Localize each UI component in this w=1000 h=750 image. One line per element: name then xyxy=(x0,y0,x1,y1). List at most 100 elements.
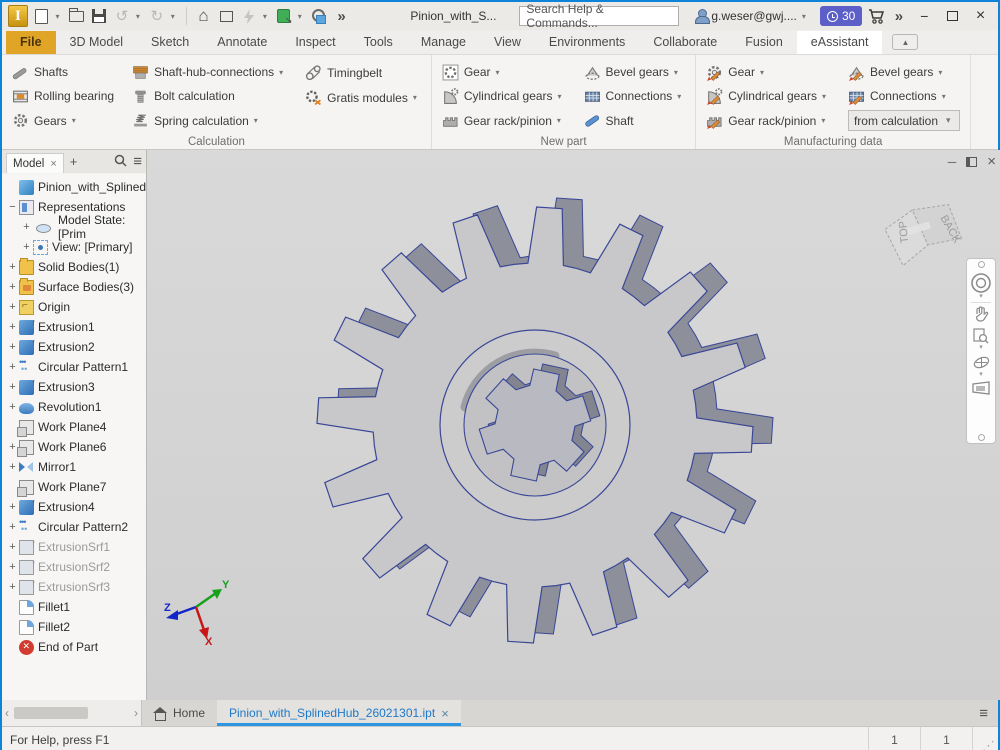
zoom-icon[interactable] xyxy=(967,327,995,345)
tree-item-extrusion4[interactable]: +Extrusion4 xyxy=(2,497,146,517)
tree-item-extrusionsrf1[interactable]: +ExtrusionSrf1 xyxy=(2,537,146,557)
tab-document[interactable]: Pinion_with_SplinedHub_26021301.ipt × xyxy=(217,700,461,726)
ribbon-button-spring-calculation[interactable]: Spring calculation▾ xyxy=(130,109,289,133)
cart-icon[interactable] xyxy=(867,6,885,26)
ribbon-button-timingbelt[interactable]: Timingbelt xyxy=(303,60,423,85)
user-menu-dropdown[interactable]: ▾ xyxy=(802,12,809,21)
ribbon-button-gears[interactable]: Gears▾ xyxy=(10,109,116,133)
tree-expander-icon[interactable]: + xyxy=(6,261,19,273)
menu-tab-file[interactable]: File xyxy=(6,31,56,54)
orbit-icon[interactable] xyxy=(967,353,995,372)
tree-item-end-of-part[interactable]: End of Part xyxy=(2,637,146,657)
tree-expander-icon[interactable]: + xyxy=(6,301,19,313)
maximize-button[interactable] xyxy=(941,6,964,26)
tree-item-circular-pattern2[interactable]: +Circular Pattern2 xyxy=(2,517,146,537)
tree-expander-icon[interactable]: + xyxy=(6,321,19,333)
material-dropdown[interactable]: ▾ xyxy=(298,12,305,21)
ribbon-button-connections[interactable]: Connections▾ xyxy=(582,84,688,108)
titlebar-overflow-icon[interactable]: » xyxy=(890,6,908,26)
redo-dropdown[interactable]: ▾ xyxy=(171,12,178,21)
tab-home[interactable]: Home xyxy=(142,700,217,726)
browser-search-icon[interactable] xyxy=(114,154,127,170)
resize-grip[interactable] xyxy=(972,727,998,750)
qat-overflow-icon[interactable]: » xyxy=(333,6,351,26)
tree-expander-icon[interactable]: + xyxy=(20,221,33,233)
tree-item-model-state-prim[interactable]: +Model State: [Prim xyxy=(2,217,146,237)
ribbon-button-cylindrical-gears[interactable]: Cylindrical gears▾ xyxy=(440,84,568,108)
tree-expander-icon[interactable]: − xyxy=(6,201,19,213)
ribbon-button-rolling-bearing[interactable]: Rolling bearing xyxy=(10,84,116,108)
tree-expander-icon[interactable]: + xyxy=(20,241,33,253)
ribbon-button-gear[interactable]: Gear▾ xyxy=(440,60,568,84)
menu-tab-collaborate[interactable]: Collaborate xyxy=(639,31,731,54)
browser-tab-close-icon[interactable]: × xyxy=(50,158,56,170)
tree-expander-icon[interactable]: + xyxy=(6,521,19,533)
ribbon-button-bevel-gears[interactable]: Bevel gears▾ xyxy=(582,60,688,84)
doc-restore-icon[interactable] xyxy=(966,157,977,167)
tree-expander-icon[interactable]: + xyxy=(6,581,19,593)
menu-tab-environments[interactable]: Environments xyxy=(535,31,639,54)
orbit-dropdown[interactable]: ▾ xyxy=(979,372,983,378)
tree-item-solid-bodies-1-[interactable]: +Solid Bodies(1) xyxy=(2,257,146,277)
open-icon[interactable] xyxy=(68,6,86,26)
scroll-right-icon[interactable]: › xyxy=(134,706,138,720)
tab-list-icon[interactable]: ≡ xyxy=(979,700,988,726)
zoom-dropdown[interactable]: ▾ xyxy=(979,345,983,351)
tree-expander-icon[interactable]: + xyxy=(6,541,19,553)
viewcube-face-top[interactable]: TOP xyxy=(897,220,911,244)
user-menu[interactable]: g.weser@gwj.... xyxy=(711,9,797,23)
tree-item-view-primary-[interactable]: +View: [Primary] xyxy=(2,237,146,257)
menu-tab-manage[interactable]: Manage xyxy=(407,31,480,54)
tree-item-surface-bodies-3-[interactable]: +Surface Bodies(3) xyxy=(2,277,146,297)
ribbon-button-gratis-modules[interactable]: Gratis modules▾ xyxy=(303,85,423,110)
navbar-bottom-dot[interactable] xyxy=(978,434,985,441)
tree-expander-icon[interactable]: + xyxy=(6,561,19,573)
tree-item-extrusion1[interactable]: +Extrusion1 xyxy=(2,317,146,337)
new-document-dropdown[interactable]: ▾ xyxy=(56,12,63,21)
ribbon-button-shaft[interactable]: Shaft xyxy=(582,109,688,133)
new-document-icon[interactable] xyxy=(33,6,51,26)
ribbon-button-bolt-calculation[interactable]: Bolt calculation xyxy=(130,84,289,108)
menu-tab-tools[interactable]: Tools xyxy=(350,31,407,54)
scrollbar-thumb[interactable] xyxy=(14,707,88,719)
ribbon-button-gear-rack-pinion[interactable]: Gear rack/pinion▾ xyxy=(704,109,832,133)
menu-tab-fusion[interactable]: Fusion xyxy=(731,31,797,54)
tree-item-extrusion3[interactable]: +Extrusion3 xyxy=(2,377,146,397)
tree-expander-icon[interactable]: + xyxy=(6,341,19,353)
steering-wheel-dropdown[interactable]: ▾ xyxy=(979,294,983,300)
browser-add-tab-icon[interactable]: + xyxy=(70,154,78,169)
steering-wheel-icon[interactable] xyxy=(967,272,995,294)
tree-expander-icon[interactable]: + xyxy=(6,381,19,393)
look-at-icon[interactable] xyxy=(967,380,995,396)
doc-minimize-icon[interactable]: ─ xyxy=(948,155,957,169)
trial-timer-badge[interactable]: 30 xyxy=(820,6,862,26)
pan-icon[interactable] xyxy=(967,305,995,323)
tree-item-fillet2[interactable]: Fillet2 xyxy=(2,617,146,637)
app-logo-icon[interactable]: I xyxy=(8,5,28,27)
tree-item-work-plane7[interactable]: Work Plane7 xyxy=(2,477,146,497)
tree-item-work-plane6[interactable]: +Work Plane6 xyxy=(2,437,146,457)
tree-expander-icon[interactable]: + xyxy=(6,401,19,413)
menu-tab-view[interactable]: View xyxy=(480,31,535,54)
tree-expander-icon[interactable]: + xyxy=(6,281,19,293)
tree-item-revolution1[interactable]: +Revolution1 xyxy=(2,397,146,417)
tree-item-mirror1[interactable]: +Mirror1 xyxy=(2,457,146,477)
tree-item-extrusionsrf2[interactable]: +ExtrusionSrf2 xyxy=(2,557,146,577)
ribbon-button-gear-rack-pinion[interactable]: Gear rack/pinion▾ xyxy=(440,109,568,133)
scroll-left-icon[interactable]: ‹ xyxy=(5,706,9,720)
menu-tab-sketch[interactable]: Sketch xyxy=(137,31,203,54)
tree-expander-icon[interactable]: + xyxy=(6,501,19,513)
ribbon-button-shaft-hub-connections[interactable]: Shaft-hub-connections▾ xyxy=(130,60,289,84)
navbar-top-dot[interactable] xyxy=(978,261,985,268)
tree-expander-icon[interactable]: + xyxy=(6,461,19,473)
tree-item-extrusion2[interactable]: +Extrusion2 xyxy=(2,337,146,357)
ribbon-button-gear[interactable]: Gear▾ xyxy=(704,60,832,84)
browser-tab-model[interactable]: Model× xyxy=(6,153,64,173)
quick-command-icon[interactable] xyxy=(240,6,258,26)
tree-item-pinion-with-splinedhub-2[interactable]: Pinion_with_SplinedHub_2 xyxy=(2,177,146,197)
ribbon-button-cylindrical-gears[interactable]: Cylindrical gears▾ xyxy=(704,84,832,108)
home-view-icon[interactable]: ⌂ xyxy=(195,6,213,26)
tab-close-icon[interactable]: × xyxy=(441,706,449,721)
quick-command-dropdown[interactable]: ▾ xyxy=(263,12,270,21)
viewcube[interactable]: TOP BACK xyxy=(867,180,977,280)
